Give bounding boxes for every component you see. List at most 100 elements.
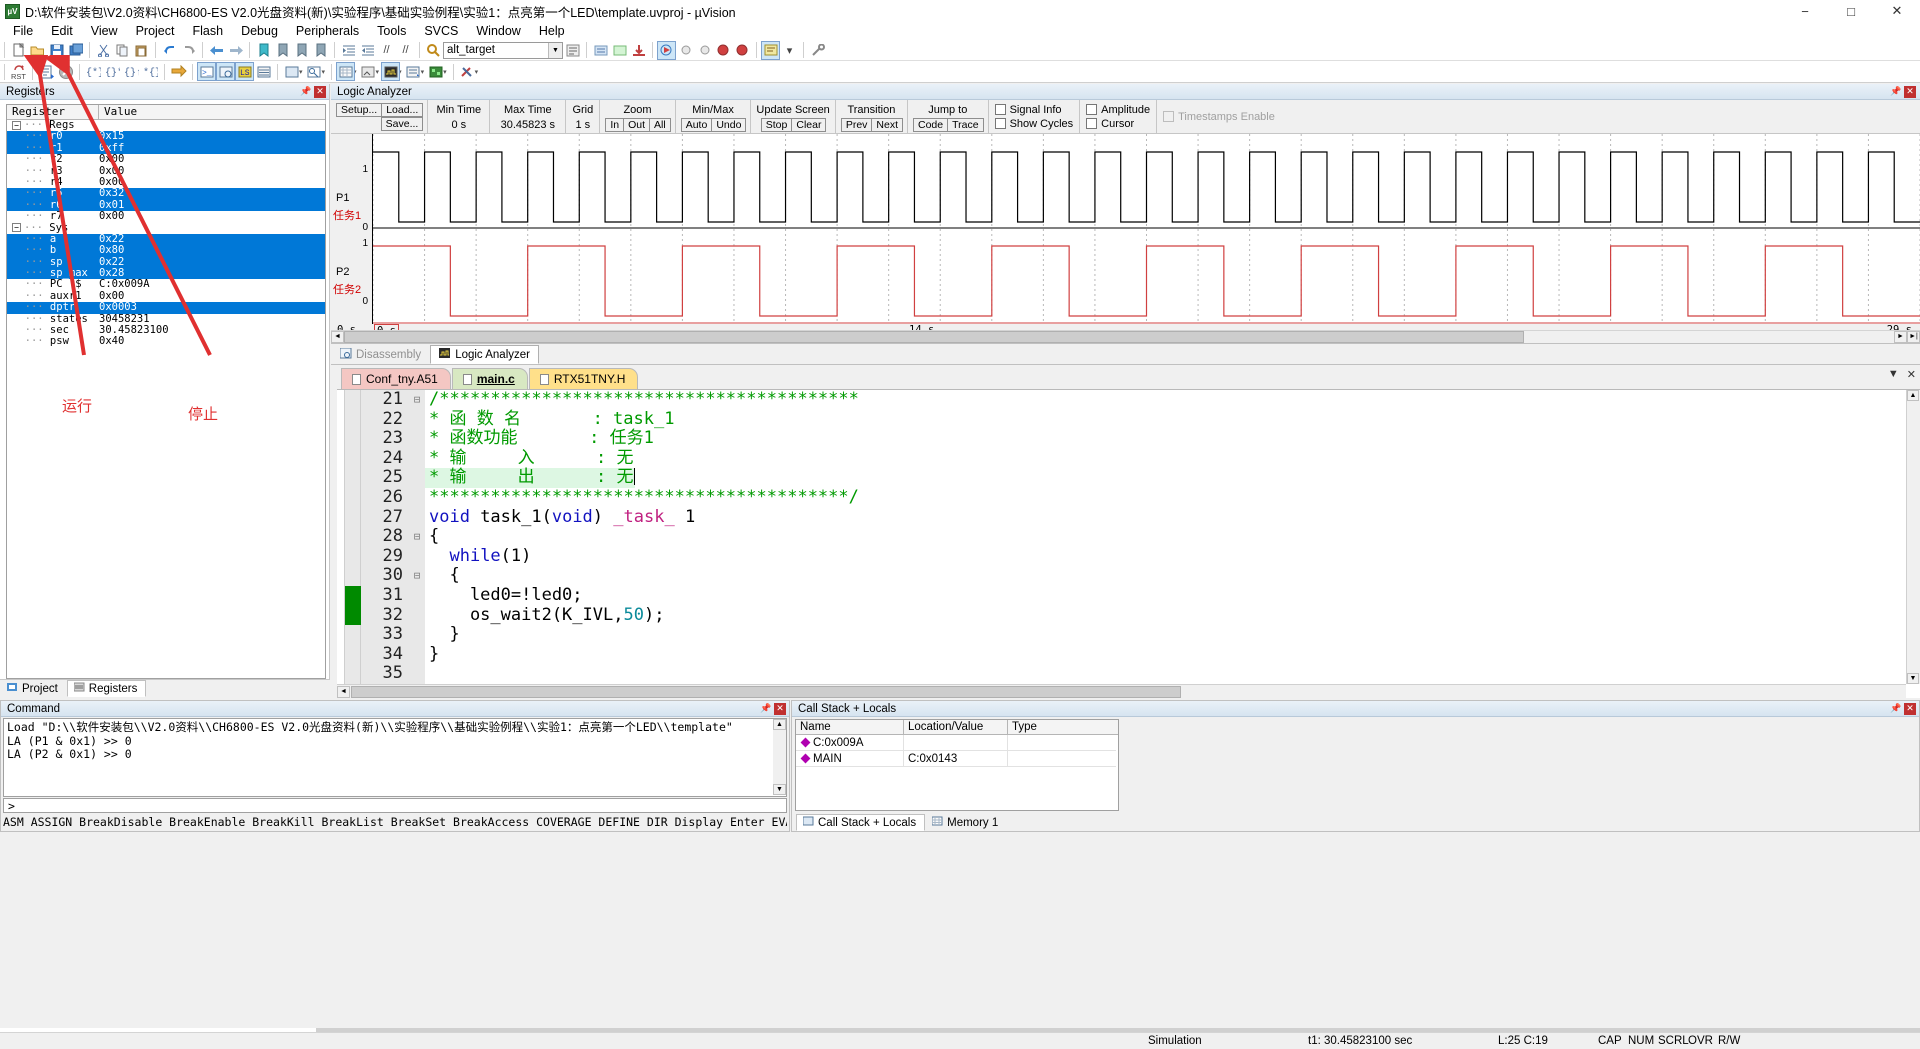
register-row[interactable]: ··· b 0x80	[7, 245, 325, 257]
indent-icon[interactable]	[339, 41, 358, 60]
register-row[interactable]: ··· dptr 0x0003	[7, 302, 325, 314]
menu-edit[interactable]: Edit	[42, 23, 82, 39]
scroll-track[interactable]	[344, 331, 1894, 343]
minmax-undo-button[interactable]: Undo	[711, 117, 747, 132]
show-cycles-checkbox[interactable]	[994, 118, 1006, 129]
uncomment-icon[interactable]: //	[396, 41, 415, 60]
show-next-statement-icon[interactable]	[169, 62, 188, 81]
undo-icon[interactable]	[160, 41, 179, 60]
tab-list-icon[interactable]: ▼	[1888, 368, 1899, 381]
trace-window-icon[interactable]	[404, 62, 423, 81]
register-row[interactable]: ··· r7 0x00	[7, 210, 325, 222]
signal-info-checkbox-row[interactable]: Signal Info	[994, 104, 1074, 116]
code-line[interactable]: 30 ⊟ {	[361, 566, 1906, 586]
amplitude-checkbox-row[interactable]: Amplitude	[1086, 104, 1150, 116]
step-into-icon[interactable]: {*}	[84, 62, 103, 81]
scroll-end-button[interactable]: ►|	[1907, 331, 1920, 343]
transition-prev-button[interactable]: Prev	[840, 117, 873, 132]
radio-a-icon[interactable]	[676, 41, 695, 60]
run-to-cursor-icon[interactable]: *{}	[141, 62, 160, 81]
call-stack-window-icon[interactable]	[282, 62, 301, 81]
close-icon[interactable]: ✕	[1904, 85, 1916, 98]
editor-horizontal-scrollbar[interactable]: ◄	[337, 684, 1906, 698]
transition-next-button[interactable]: Next	[871, 117, 903, 132]
menu-view[interactable]: View	[82, 23, 127, 39]
paste-icon[interactable]	[132, 41, 151, 60]
menu-project[interactable]: Project	[127, 23, 184, 39]
close-icon[interactable]: ✕	[314, 85, 326, 98]
cursor-checkbox[interactable]	[1086, 118, 1098, 129]
tab-disassembly[interactable]: Disassembly	[331, 345, 430, 364]
open-file-icon[interactable]	[28, 41, 47, 60]
signal-info-checkbox[interactable]	[994, 104, 1006, 115]
pin-icon[interactable]: 📌	[300, 86, 312, 98]
minmax-auto-button[interactable]: Auto	[680, 117, 713, 132]
code-line[interactable]: 34}	[361, 644, 1906, 665]
code-line[interactable]: 23 * 函数功能 : 任务1	[361, 428, 1906, 449]
outdent-icon[interactable]	[358, 41, 377, 60]
show-cycles-checkbox-row[interactable]: Show Cycles	[994, 118, 1073, 130]
redo-icon[interactable]	[179, 41, 198, 60]
insert-bookmark-red2-icon[interactable]	[733, 41, 752, 60]
save-all-icon[interactable]	[66, 41, 85, 60]
pin-icon[interactable]: 📌	[1890, 86, 1902, 98]
tab-call-stack-locals[interactable]: Call Stack + Locals	[796, 814, 926, 831]
comment-icon[interactable]: //	[377, 41, 396, 60]
logic-analyzer-scrollbar[interactable]: ◄ ► ►|	[331, 330, 1920, 343]
configuration-wizard-icon[interactable]	[761, 40, 780, 60]
menu-window[interactable]: Window	[467, 23, 529, 39]
amplitude-checkbox[interactable]	[1086, 104, 1098, 115]
scroll-up-button[interactable]: ▲	[773, 719, 786, 730]
stop-button[interactable]	[56, 62, 75, 81]
update-stop-button[interactable]: Stop	[760, 117, 793, 132]
register-row[interactable]: ··· r2 0x00	[7, 153, 325, 165]
copy-icon[interactable]	[113, 41, 132, 60]
reset-cpu-button[interactable]: RST	[9, 62, 28, 81]
fold-toggle-icon[interactable]	[409, 664, 425, 684]
registers-window-icon[interactable]	[254, 62, 273, 81]
flash-download-icon[interactable]	[629, 41, 648, 60]
fold-toggle-icon[interactable]	[409, 605, 425, 626]
file-tab-main-c[interactable]: main.c	[451, 368, 528, 389]
bookmark-clear-icon[interactable]	[311, 41, 330, 60]
code-line[interactable]: 33 }	[361, 624, 1906, 645]
tab-project[interactable]: Project	[0, 680, 67, 697]
analysis-window-icon[interactable]	[381, 62, 401, 81]
menu-tools[interactable]: Tools	[368, 23, 415, 39]
code-line[interactable]: 29 while(1)	[361, 546, 1906, 567]
new-file-icon[interactable]	[9, 41, 28, 60]
memory-window-icon[interactable]	[336, 62, 356, 81]
wrench-icon[interactable]	[808, 41, 827, 60]
max-time-value[interactable]: 30.45823 s	[501, 118, 555, 132]
disassembly-window-icon[interactable]	[216, 62, 235, 81]
menu-file[interactable]: File	[4, 23, 42, 39]
tree-toggle-icon[interactable]: −	[12, 120, 21, 130]
target-combo[interactable]: alt_target ▼	[443, 41, 563, 59]
file-tab-rtx51tny-h[interactable]: RTX51TNY.H	[528, 368, 639, 389]
call-stack-row[interactable]: MAIN C:0x0143	[796, 751, 1118, 767]
fold-toggle-icon[interactable]: ⊟	[409, 390, 425, 410]
tab-memory-1[interactable]: Memory 1	[925, 814, 1007, 831]
pin-icon[interactable]: 📌	[760, 703, 772, 715]
code-line[interactable]: 25 * 输 出 : 无	[361, 468, 1906, 488]
code-line[interactable]: 22 * 函 数 名 : task_1	[361, 409, 1906, 430]
menu-svcs[interactable]: SVCS	[415, 23, 467, 39]
update-clear-button[interactable]: Clear	[791, 117, 827, 132]
code-line[interactable]: 27 void task_1(void) _task_ 1	[361, 507, 1906, 528]
fold-toggle-icon[interactable]	[409, 468, 425, 488]
menu-help[interactable]: Help	[530, 23, 574, 39]
code-editor[interactable]: 21 ⊟/************************************…	[337, 389, 1920, 698]
code-line[interactable]: 21 ⊟/************************************…	[361, 390, 1906, 410]
scroll-down-button[interactable]: ▼	[1907, 673, 1919, 684]
navigate-back-icon[interactable]	[207, 41, 226, 60]
serial-window-icon[interactable]	[359, 62, 378, 81]
bookmark-next-icon[interactable]	[292, 41, 311, 60]
jump-code-button[interactable]: Code	[913, 117, 949, 132]
chevron-down-icon[interactable]: ▼	[548, 42, 562, 58]
debug-settings-icon[interactable]	[458, 62, 477, 81]
call-stack-row[interactable]: C:0x009A	[796, 735, 1118, 751]
pin-icon[interactable]: 📌	[1890, 703, 1902, 715]
save-icon[interactable]	[47, 41, 66, 60]
breakpoint-column[interactable]	[345, 390, 361, 698]
code-line[interactable]: 35	[361, 664, 1906, 684]
